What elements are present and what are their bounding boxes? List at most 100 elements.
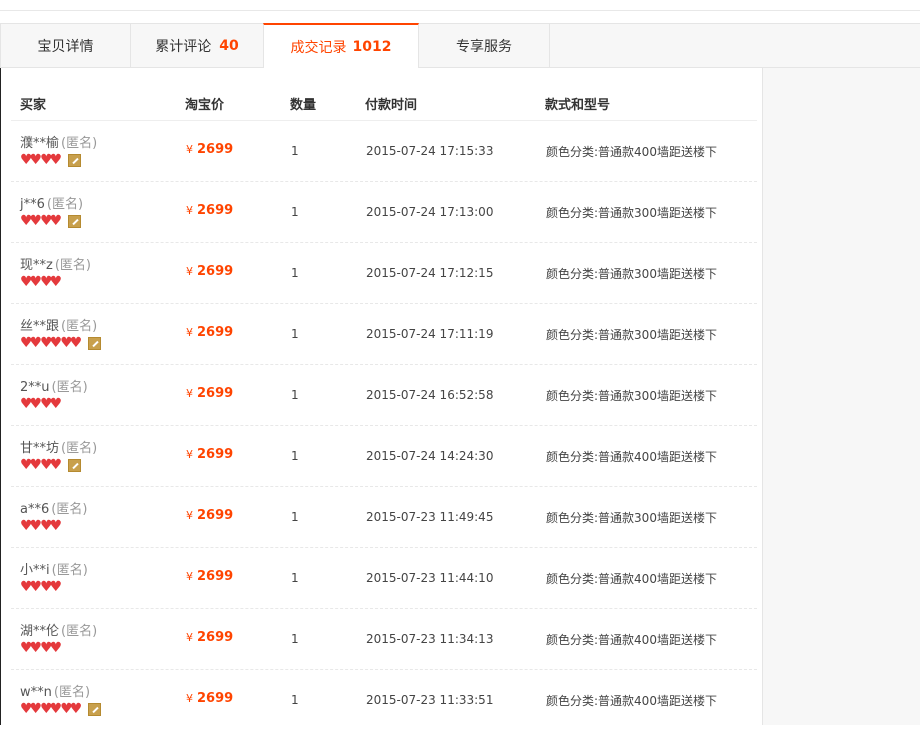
buyer-name[interactable]: 湖**伦 [20, 624, 59, 639]
table-row: 2**u (匿名) ♥♥ ♥♥ ¥2699 1 2015-07-24 16:52:58 颜色分… [11, 364, 757, 425]
quantity-cell: 1 [291, 205, 299, 219]
buyer-cell: w**n (匿名) [20, 681, 90, 700]
buyer-credit: ♥♥ ♥♥ ♥♥ [20, 701, 102, 717]
vip-badge-icon [68, 458, 82, 472]
buyer-credit: ♥♥ ♥♥ [20, 518, 62, 534]
buyer-name[interactable]: 濮**榆 [20, 136, 59, 151]
price-cell: ¥2699 [186, 264, 233, 279]
anonymous-label: (匿名) [54, 258, 91, 273]
header-spec: 款式和型号 [545, 98, 611, 113]
price-value: 2699 [197, 447, 234, 462]
header-buyer: 买家 [20, 98, 47, 113]
spec-cell: 颜色分类:普通款300墙距送楼下 [546, 267, 717, 281]
buyer-credit: ♥♥ ♥♥ [20, 213, 82, 229]
credit-heart-icon: ♥♥ [40, 396, 62, 412]
pay-time-cell: 2015-07-23 11:33:51 [366, 693, 494, 707]
currency-symbol: ¥ [186, 204, 193, 217]
buyer-cell: 2**u (匿名) [20, 376, 88, 395]
credit-heart-icon: ♥♥ [40, 213, 62, 229]
credit-heart-icon: ♥♥ [20, 274, 42, 290]
anonymous-label: (匿名) [46, 197, 84, 212]
price-value: 2699 [197, 325, 234, 340]
buyer-credit: ♥♥ ♥♥ [20, 152, 82, 168]
table-row: 湖**伦 (匿名) ♥♥ ♥♥ ¥2699 1 2015-07-23 11:34:13 颜色分… [11, 608, 757, 669]
vip-badge-icon [68, 214, 82, 228]
tab-services[interactable]: 专享服务 [419, 23, 550, 68]
side-background [763, 68, 920, 725]
spec-cell: 颜色分类:普通款400墙距送楼下 [546, 572, 717, 586]
price-value: 2699 [197, 264, 234, 279]
transaction-list: 濮**榆 (匿名) ♥♥ ♥♥ ¥2699 1 2015-07-24 17:15:33 颜色分… [11, 120, 757, 730]
table-row: 现**z (匿名) ♥♥ ♥♥ ¥2699 1 2015-07-24 17:12:15 颜色分… [11, 242, 757, 303]
tab-reviews[interactable]: 累计评论 40 [131, 23, 264, 68]
pay-time-cell: 2015-07-24 17:11:19 [366, 327, 494, 341]
tab-bar: 宝贝详情 累计评论 40 成交记录 1012 专享服务 [0, 23, 920, 69]
credit-heart-icon: ♥♥ [20, 701, 42, 717]
credit-heart-icon: ♥♥ [40, 152, 62, 168]
anonymous-label: (匿名) [53, 685, 91, 700]
buyer-name[interactable]: 丝**跟 [20, 319, 59, 334]
price-value: 2699 [197, 203, 234, 218]
header-price: 淘宝价 [185, 98, 225, 113]
credit-heart-icon: ♥♥ [40, 640, 62, 656]
price-cell: ¥2699 [186, 447, 233, 462]
buyer-name[interactable]: 2**u [20, 380, 50, 395]
header-quantity: 数量 [290, 98, 317, 113]
buyer-name[interactable]: j**6 [20, 197, 45, 212]
credit-heart-icon: ♥♥ [40, 518, 62, 534]
quantity-cell: 1 [291, 510, 299, 524]
pay-time-cell: 2015-07-24 17:15:33 [366, 144, 494, 158]
vip-badge-icon [68, 153, 82, 167]
tab-count: 40 [219, 37, 239, 54]
tab-label: 成交记录 [290, 40, 347, 56]
credit-heart-icon: ♥♥ [20, 335, 42, 351]
price-value: 2699 [197, 569, 234, 584]
quantity-cell: 1 [291, 144, 299, 158]
credit-heart-icon: ♥♥ [20, 640, 42, 656]
pay-time-cell: 2015-07-24 17:12:15 [366, 266, 494, 280]
transaction-panel: 买家 淘宝价 数量 付款时间 款式和型号 濮**榆 (匿名) ♥♥ ♥♥ ¥2699 1 2… [0, 68, 763, 725]
vip-badge-icon [88, 702, 102, 716]
buyer-name[interactable]: w**n [20, 685, 52, 700]
credit-heart-icon: ♥♥ [40, 579, 62, 595]
tab-label: 累计评论 [155, 38, 212, 55]
pay-time-cell: 2015-07-24 17:13:00 [366, 205, 494, 219]
buyer-credit: ♥♥ ♥♥ [20, 579, 62, 595]
anonymous-label: (匿名) [61, 624, 98, 639]
quantity-cell: 1 [291, 693, 299, 707]
spec-cell: 颜色分类:普通款300墙距送楼下 [546, 511, 717, 525]
buyer-cell: 湖**伦 (匿名) [20, 620, 97, 639]
credit-heart-icon: ♥♥ [40, 335, 62, 351]
pay-time-cell: 2015-07-24 14:24:30 [366, 449, 494, 463]
price-cell: ¥2699 [186, 325, 233, 340]
tab-item-details[interactable]: 宝贝详情 [0, 23, 131, 68]
table-row: 甘**坊 (匿名) ♥♥ ♥♥ ¥2699 1 2015-07-24 14:24:30 颜色分… [11, 425, 757, 486]
table-row: j**6 (匿名) ♥♥ ♥♥ ¥2699 1 2015-07-24 17:13:00 颜色分… [11, 181, 757, 242]
credit-heart-icon: ♥♥ [40, 274, 62, 290]
currency-symbol: ¥ [186, 143, 193, 156]
price-value: 2699 [197, 691, 234, 706]
spec-cell: 颜色分类:普通款300墙距送楼下 [546, 206, 717, 220]
spec-cell: 颜色分类:普通款300墙距送楼下 [546, 328, 717, 342]
buyer-name[interactable]: 小**i [20, 563, 50, 578]
buyer-name[interactable]: 甘**坊 [20, 441, 59, 456]
price-value: 2699 [197, 508, 234, 523]
price-value: 2699 [197, 142, 234, 157]
buyer-credit: ♥♥ ♥♥ [20, 274, 62, 290]
tab-transactions[interactable]: 成交记录 1012 [263, 23, 419, 69]
buyer-credit: ♥♥ ♥♥ [20, 640, 62, 656]
price-cell: ¥2699 [186, 386, 233, 401]
anonymous-label: (匿名) [61, 319, 98, 334]
currency-symbol: ¥ [186, 692, 193, 705]
quantity-cell: 1 [291, 388, 299, 402]
spec-cell: 颜色分类:普通款300墙距送楼下 [546, 389, 717, 403]
anonymous-label: (匿名) [51, 380, 88, 395]
credit-heart-icon: ♥♥ [20, 396, 42, 412]
buyer-name[interactable]: a**6 [20, 502, 49, 517]
top-divider [0, 0, 920, 11]
anonymous-label: (匿名) [61, 441, 98, 456]
buyer-name[interactable]: 现**z [20, 258, 53, 273]
buyer-cell: 现**z (匿名) [20, 254, 91, 273]
tab-label: 专享服务 [456, 38, 512, 55]
currency-symbol: ¥ [186, 570, 193, 583]
